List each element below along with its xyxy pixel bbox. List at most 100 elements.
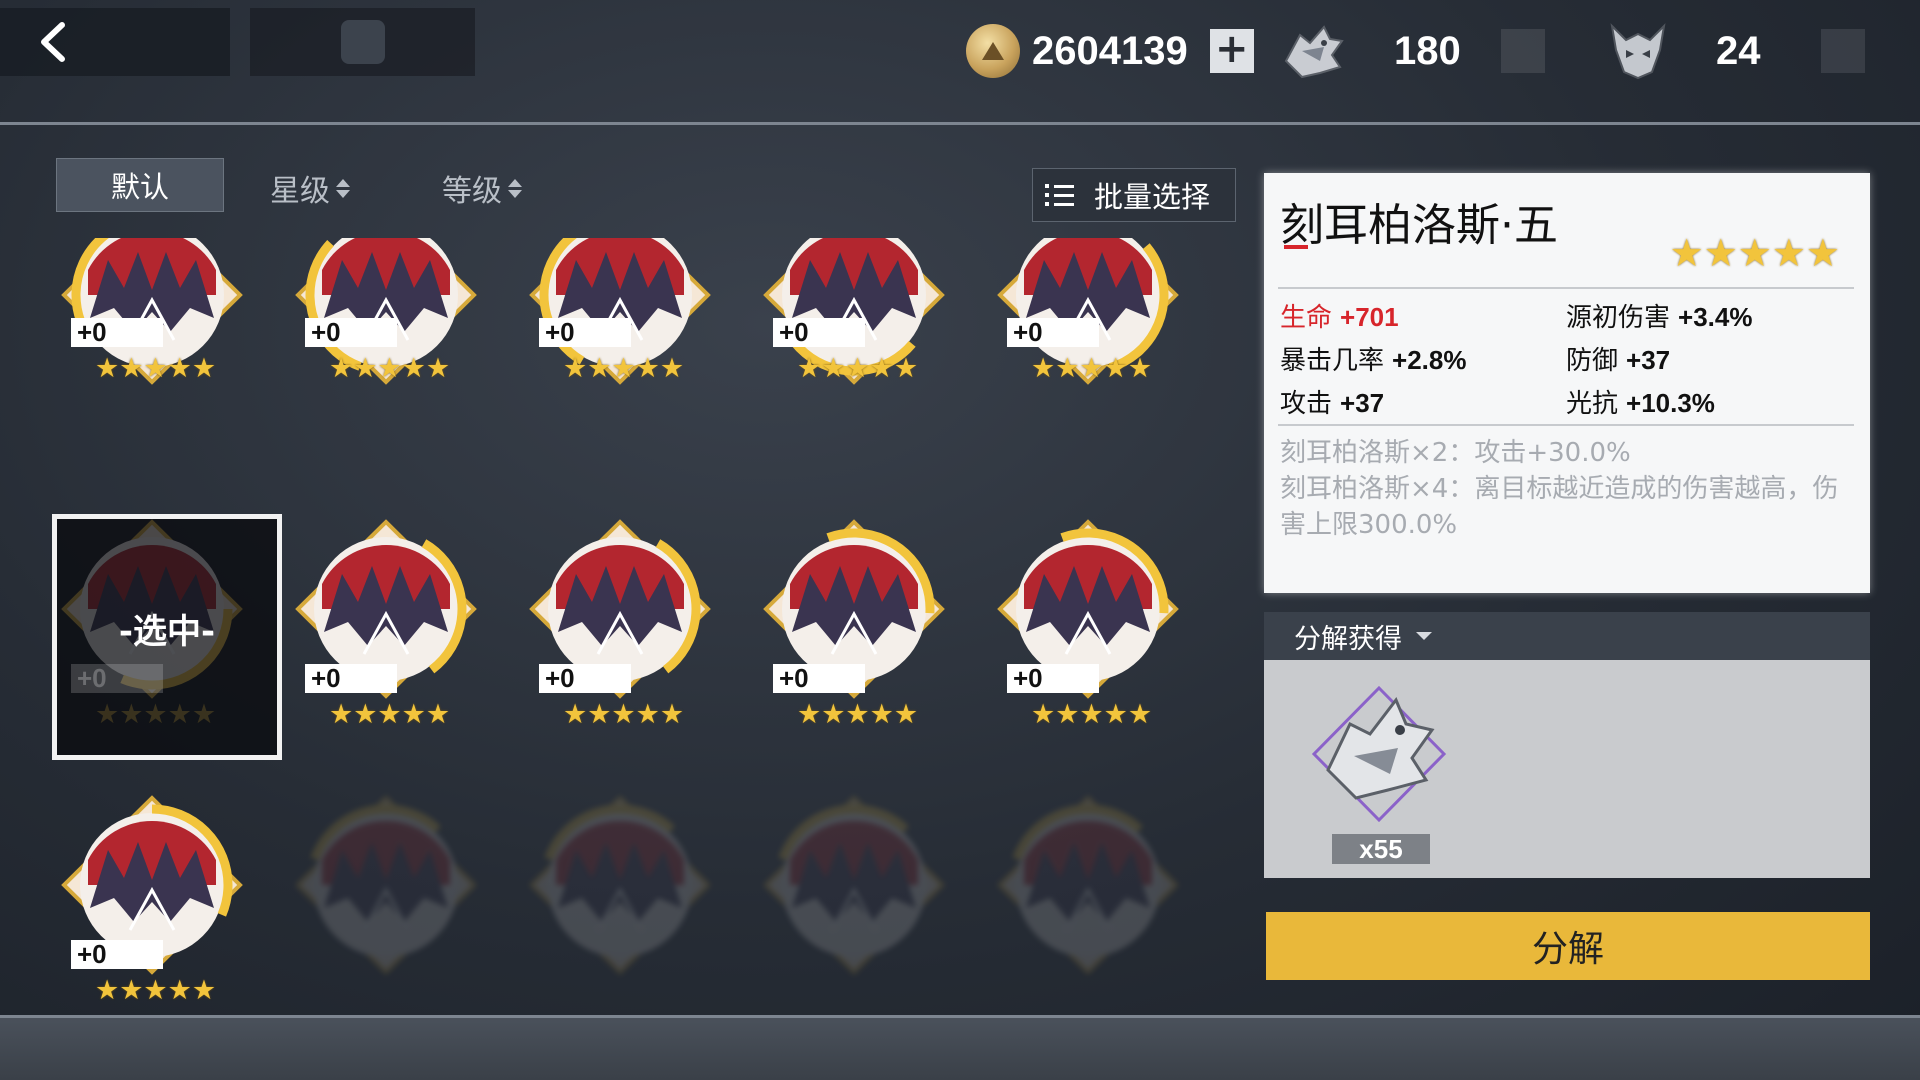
helm-currency: 24: [1606, 20, 1865, 82]
back-arrow-icon: [41, 22, 65, 62]
stat-value: +37: [1340, 388, 1385, 418]
module-detail-panel: 刻耳柏洛斯·五 ★★★★★ 生命 +701 源初伤害 +3.4% 暴击几率 +2.8%…: [1264, 173, 1870, 593]
enhance-level-badge: +0: [773, 664, 865, 693]
rarity-stars: ★★★★★: [1669, 231, 1840, 275]
star-rating: ★★★★★: [563, 353, 685, 384]
home-icon: [340, 20, 385, 64]
decompose-rewards-label: 分解获得: [1294, 623, 1402, 655]
cerberus-emblem-icon: [763, 795, 945, 975]
module-card-placeholder: [284, 790, 520, 1008]
add-dragon-button[interactable]: [1500, 29, 1545, 73]
coin-currency: 2604139 +: [966, 20, 1254, 82]
stat-hp: 生命 +701: [1280, 297, 1399, 334]
module-card[interactable]: +0 ★★★★★: [986, 514, 1220, 764]
add-helm-button[interactable]: [1820, 29, 1865, 73]
sort-by-star-label: 星级: [270, 174, 330, 209]
decompose-button[interactable]: 分解: [1266, 912, 1870, 980]
reward-item[interactable]: [1304, 674, 1454, 834]
enhance-level-badge: +0: [539, 664, 631, 693]
module-emblem: [752, 790, 957, 980]
module-card-placeholder: [986, 790, 1220, 1008]
module-card[interactable]: +0 ★★★★★: [50, 238, 286, 450]
module-card[interactable]: +0 ★★★★★ -选中-: [50, 514, 286, 764]
stat-label: 光抗: [1566, 389, 1619, 419]
list-icon: [1045, 184, 1074, 206]
batch-select-button[interactable]: 批量选择: [1032, 168, 1236, 222]
star-rating: ★★★★★: [1031, 699, 1153, 730]
stat-crit-rate: 暴击几率 +2.8%: [1280, 340, 1466, 377]
rarity-stars: ★★★★★: [563, 700, 684, 730]
module-card[interactable]: +0 ★★★★★: [284, 514, 520, 764]
sort-default-tab[interactable]: 默认: [56, 158, 224, 212]
star-rating: ★★★★★: [329, 699, 451, 730]
star-rating: ★★★★★: [95, 353, 217, 384]
coin-amount: 2604139: [1032, 28, 1188, 73]
module-card-placeholder: [752, 790, 988, 1008]
rarity-stars: ★★★★★: [563, 354, 684, 384]
stat-label: 源初伤害: [1566, 303, 1671, 333]
back-button[interactable]: [0, 8, 230, 76]
gold-coin-icon: [966, 24, 1020, 78]
stat-label: 攻击: [1280, 389, 1333, 419]
module-emblem: [518, 790, 723, 980]
chevron-down-icon: [1416, 632, 1432, 640]
module-emblem: [284, 790, 489, 980]
module-card[interactable]: +0 ★★★★★: [284, 238, 520, 450]
cerberus-emblem-icon: [529, 795, 711, 975]
module-card[interactable]: +0 ★★★★★: [518, 514, 754, 764]
dragon-crest-icon: [1311, 685, 1447, 823]
module-card[interactable]: +0 ★★★★★: [752, 514, 988, 764]
sort-by-star-tab[interactable]: 星级: [270, 166, 350, 210]
module-card[interactable]: +0 ★★★★★: [752, 238, 988, 450]
sort-by-level-tab[interactable]: 等级: [442, 166, 522, 210]
divider: [1278, 424, 1854, 426]
stat-value: +701: [1340, 302, 1399, 332]
top-bar: 2604139 + 180 24: [0, 0, 1920, 124]
module-card-placeholder: [518, 790, 754, 1008]
enhance-level-badge: +0: [71, 940, 163, 969]
star-rating: ★★★★★: [95, 975, 217, 1006]
enhance-level-badge: +0: [71, 664, 163, 693]
rarity-stars: ★★★★★: [1031, 354, 1152, 384]
bottom-bar: [0, 1018, 1920, 1080]
stat-attack: 攻击 +37: [1280, 383, 1384, 420]
module-emblem: [986, 790, 1191, 980]
dragon-amount: 180: [1394, 28, 1461, 73]
selected-label: -选中-: [118, 612, 216, 652]
enhance-level-badge: +0: [305, 664, 397, 693]
enhance-level-badge: +0: [1007, 664, 1099, 693]
module-card[interactable]: +0 ★★★★★: [518, 238, 754, 450]
rarity-stars: ★★★★★: [95, 700, 216, 730]
dragon-currency: 180: [1280, 20, 1545, 82]
helm-crest-icon: [1606, 20, 1670, 82]
helm-amount: 24: [1716, 28, 1761, 73]
star-rating: ★★★★★: [1031, 353, 1153, 384]
enhance-level-badge: +0: [773, 318, 865, 347]
stat-value: +3.4%: [1678, 302, 1753, 332]
module-card[interactable]: +0 ★★★★★: [50, 790, 286, 1008]
cerberus-emblem-icon: [295, 795, 477, 975]
module-rarity-stars: ★★★★★: [1670, 233, 1840, 273]
add-coins-button[interactable]: +: [1209, 29, 1254, 73]
rarity-stars: ★★★★★: [797, 700, 918, 730]
star-rating: ★★★★★: [797, 699, 919, 730]
sort-arrows-icon: [336, 178, 350, 198]
module-card[interactable]: +0 ★★★★★: [986, 238, 1220, 450]
stat-label: 暴击几率: [1280, 346, 1385, 376]
set-effects: 刻耳柏洛斯×2：攻击+30.0% 刻耳柏洛斯×4：离目标越近造成的伤害越高，伤害…: [1280, 435, 1856, 543]
rarity-stars: ★★★★★: [1031, 700, 1152, 730]
enhance-level-badge: +0: [305, 318, 397, 347]
sort-by-level-label: 等级: [442, 174, 502, 209]
stat-defense: 防御 +37: [1566, 340, 1670, 377]
decompose-rewards-header[interactable]: 分解获得: [1264, 612, 1870, 660]
star-rating: ★★★★★: [95, 699, 217, 730]
set-effect-4: 刻耳柏洛斯×4：离目标越近造成的伤害越高，伤害上限300.0%: [1280, 474, 1839, 540]
sort-arrows-icon: [508, 178, 522, 198]
stat-label: 生命: [1280, 303, 1333, 333]
stat-value: +2.8%: [1392, 345, 1467, 375]
home-button[interactable]: [250, 8, 475, 76]
set-effect-2: 刻耳柏洛斯×2：攻击+30.0%: [1280, 438, 1631, 468]
rarity-stars: ★★★★★: [329, 700, 450, 730]
name-underline: [1284, 245, 1308, 249]
stat-value: +10.3%: [1626, 388, 1715, 418]
